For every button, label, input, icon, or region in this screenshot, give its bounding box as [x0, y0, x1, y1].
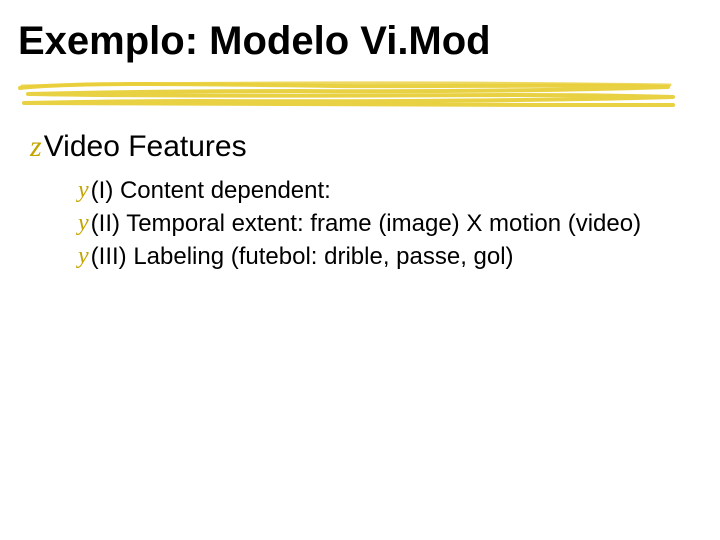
section-heading: z Video Features: [30, 130, 670, 165]
list-item: y (I) Content dependent:: [78, 175, 670, 206]
slide: Exemplo: Modelo Vi.Mod z Video Features …: [0, 0, 720, 540]
bullet-icon: y: [78, 175, 89, 205]
bullet-icon: z: [30, 130, 42, 163]
list-item: y (II) Temporal extent: frame (image) X …: [78, 208, 670, 239]
title-block: Exemplo: Modelo Vi.Mod: [18, 20, 678, 62]
section-label: Video Features: [44, 130, 247, 165]
list-item-text: (I) Content dependent:: [91, 175, 331, 206]
list-item: y (III) Labeling (futebol: drible, passe…: [78, 241, 670, 272]
list-item-text: (II) Temporal extent: frame (image) X mo…: [91, 208, 641, 239]
list-item-text: (III) Labeling (futebol: drible, passe, …: [91, 241, 514, 272]
slide-title: Exemplo: Modelo Vi.Mod: [18, 20, 678, 62]
bullet-icon: y: [78, 241, 89, 271]
body-content: z Video Features y (I) Content dependent…: [30, 130, 670, 274]
highlighter-stroke-icon: [18, 78, 678, 112]
subitem-list: y (I) Content dependent: y (II) Temporal…: [78, 175, 670, 273]
bullet-icon: y: [78, 208, 89, 238]
title-underline: [18, 78, 678, 112]
